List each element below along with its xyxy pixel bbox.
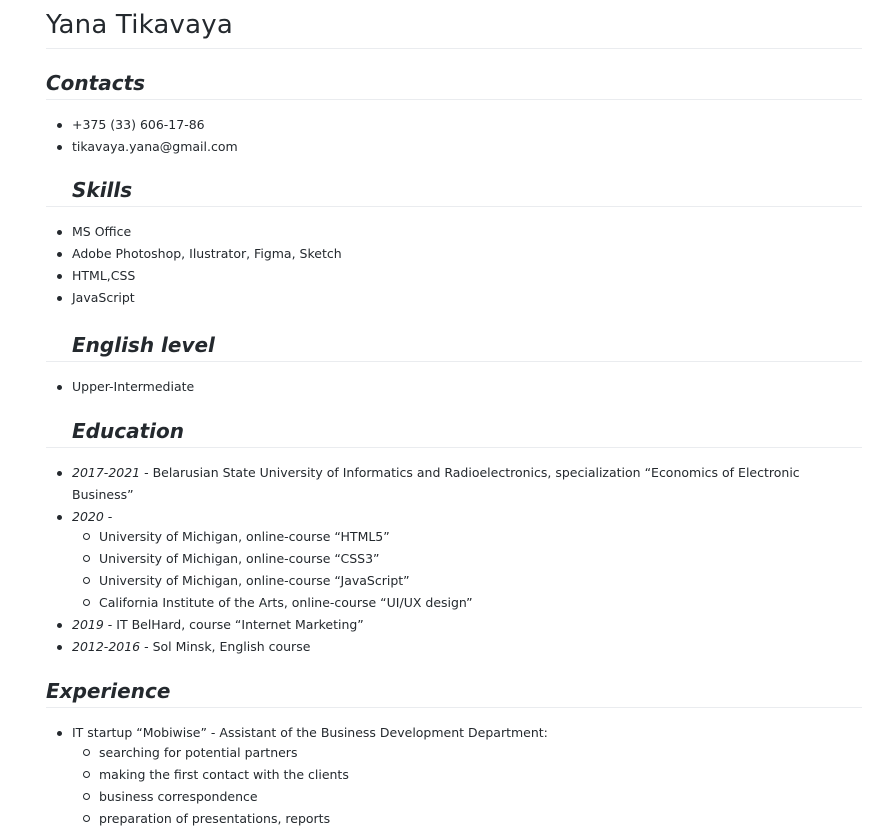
english-heading: English level <box>46 333 862 362</box>
education-text: - IT BelHard, course “Internet Marketing… <box>103 617 364 632</box>
list-item: 2017-2021 - Belarusian State University … <box>46 462 862 506</box>
sub-list-item: University of Michigan, online-course “J… <box>72 570 862 592</box>
resume-page: Yana Tikavaya Contacts +375 (33) 606-17-… <box>0 0 879 830</box>
contact-email: tikavaya.yana@gmail.com <box>46 136 862 158</box>
list-item: MS Office <box>46 221 862 243</box>
sub-list: searching for potential partners making … <box>72 742 862 830</box>
period: 2019 <box>72 617 104 632</box>
contacts-list: +375 (33) 606-17-86 tikavaya.yana@gmail.… <box>46 114 862 158</box>
period: 2020 - <box>72 509 113 524</box>
sub-list-item: University of Michigan, online-course “H… <box>72 526 862 548</box>
experience-text: IT startup “Mobiwise” - Assistant of the… <box>72 725 548 740</box>
sub-list-item: University of Michigan, online-course “C… <box>72 548 862 570</box>
contacts-heading: Contacts <box>46 71 862 100</box>
english-list: Upper-Intermediate <box>46 376 862 398</box>
list-item: Upper-Intermediate <box>46 376 862 398</box>
period: 2017-2021 <box>72 465 141 480</box>
experience-list: IT startup “Mobiwise” - Assistant of the… <box>46 722 862 830</box>
list-item: HTML,CSS <box>46 265 862 287</box>
sub-list-item: business correspondence <box>72 786 862 808</box>
list-item: 2020 - University of Michigan, online-co… <box>46 506 862 614</box>
education-heading: Education <box>46 419 862 448</box>
list-item: JavaScript <box>46 287 862 309</box>
experience-heading: Experience <box>46 679 862 708</box>
list-item: 2012-2016 - Sol Minsk, English course <box>46 636 862 658</box>
list-item: 2019 - IT BelHard, course “Internet Mark… <box>46 614 862 636</box>
contact-phone: +375 (33) 606-17-86 <box>46 114 862 136</box>
education-text: - Sol Minsk, English course <box>140 639 311 654</box>
skills-heading: Skills <box>46 178 862 207</box>
period: 2012-2016 <box>72 639 141 654</box>
sub-list: University of Michigan, online-course “H… <box>72 526 862 614</box>
sub-list-item: preparation of presentations, reports <box>72 808 862 830</box>
sub-list-item: making the first contact with the client… <box>72 764 862 786</box>
education-list: 2017-2021 - Belarusian State University … <box>46 462 862 658</box>
list-item: IT startup “Mobiwise” - Assistant of the… <box>46 722 862 830</box>
page-title: Yana Tikavaya <box>46 0 862 49</box>
education-text: - Belarusian State University of Informa… <box>72 465 800 502</box>
skills-list: MS Office Adobe Photoshop, Ilustrator, F… <box>46 221 862 309</box>
sub-list-item: searching for potential partners <box>72 742 862 764</box>
list-item: Adobe Photoshop, Ilustrator, Figma, Sket… <box>46 243 862 265</box>
sub-list-item: California Institute of the Arts, online… <box>72 592 862 614</box>
